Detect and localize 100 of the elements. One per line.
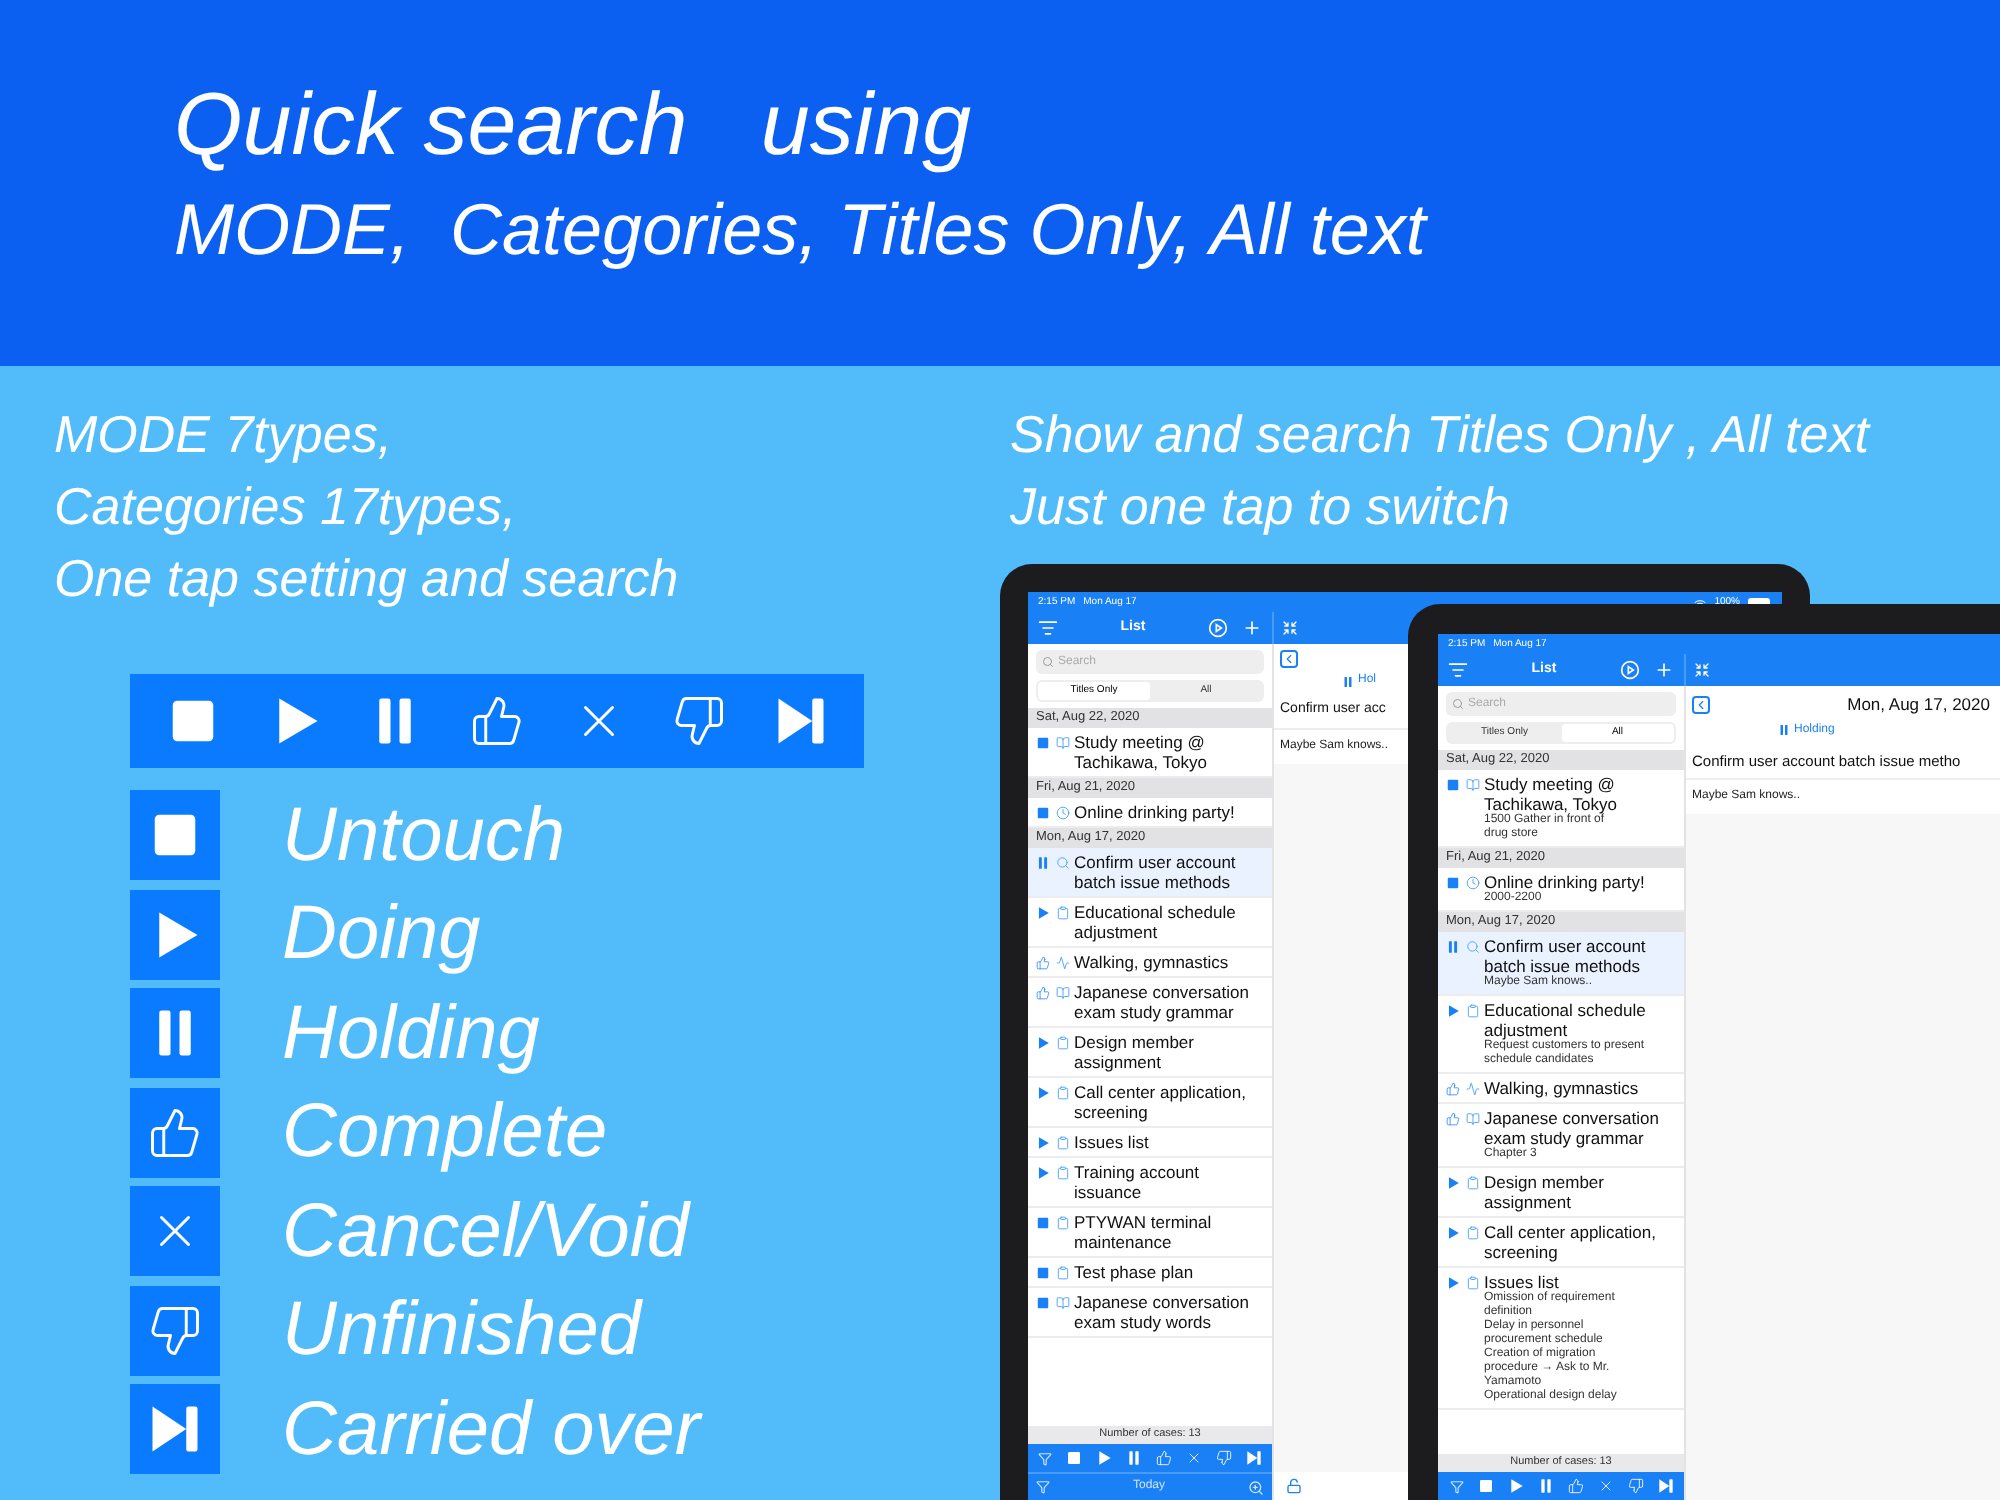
book-icon [1055, 1295, 1069, 1309]
list-row[interactable]: Confirm user account batch issue methods [1028, 848, 1272, 898]
pulse-icon [1465, 1081, 1479, 1095]
square-icon [1445, 777, 1459, 791]
row-title: Design member assignment [1484, 1172, 1606, 1212]
row-title: Online drinking party! [1484, 872, 1645, 892]
play-icon [1035, 905, 1049, 919]
thumbs-up-icon [148, 1105, 202, 1160]
skip-forward-icon[interactable] [774, 694, 829, 748]
play-icon [1035, 1165, 1049, 1179]
pause-icon[interactable] [1537, 1478, 1553, 1494]
collapse-icon[interactable] [1282, 620, 1298, 636]
mode-label: Unfinished [282, 1286, 642, 1375]
caption-line: One tap setting and search [54, 546, 681, 612]
close-icon[interactable] [1597, 1478, 1613, 1494]
filter-icon[interactable] [1036, 1480, 1050, 1494]
skip-forward-icon [148, 1402, 202, 1457]
clock-icon [1465, 875, 1479, 889]
headline: Quick search using [174, 73, 974, 177]
book-icon [1055, 735, 1069, 749]
caption-line: MODE 7types, [54, 402, 395, 468]
play-icon [1445, 1175, 1459, 1189]
unlock-icon[interactable] [1286, 1478, 1302, 1494]
skip-forward-icon[interactable] [1657, 1478, 1673, 1494]
clipboard-icon [1055, 1265, 1069, 1279]
pause-icon [1778, 724, 1790, 737]
skip-forward-icon[interactable] [1245, 1450, 1262, 1466]
zoom-in-icon[interactable] [1248, 1479, 1264, 1495]
clipboard-icon [1055, 905, 1069, 919]
square-icon[interactable] [1477, 1478, 1493, 1494]
square-icon[interactable] [1066, 1450, 1083, 1466]
thumbs-up-icon [1035, 955, 1049, 969]
row-title: Design member assignment [1074, 1032, 1196, 1072]
clipboard-icon [1055, 1165, 1069, 1179]
thumbs-up-icon[interactable] [469, 694, 524, 748]
book-icon [1465, 777, 1479, 791]
row-title: Educational schedule adjustment [1074, 902, 1238, 942]
square-icon [1035, 1295, 1049, 1309]
search-icon [1055, 855, 1069, 869]
square-icon [1035, 1265, 1049, 1279]
menu-icon[interactable] [1038, 618, 1058, 638]
square-icon [1035, 735, 1049, 749]
thumbs-down-icon[interactable] [672, 694, 727, 748]
play-circle-icon[interactable] [1620, 660, 1640, 680]
play-icon [1035, 1035, 1049, 1049]
square-icon [1445, 875, 1459, 889]
pause-icon[interactable] [1126, 1450, 1143, 1466]
add-icon[interactable] [1654, 660, 1674, 680]
play-icon[interactable] [1507, 1478, 1523, 1494]
collapse-icon[interactable] [1694, 662, 1710, 678]
clipboard-icon [1465, 1275, 1479, 1289]
caption-line: Show and search Titles Only , All text [1010, 402, 1873, 468]
detail-date: Mon, Aug 17, 2020 [1847, 692, 1990, 718]
thumbs-up-icon [1445, 1081, 1459, 1095]
menu-icon[interactable] [1448, 660, 1468, 680]
search-icon [1452, 698, 1464, 710]
wifi-icon [1694, 598, 1707, 610]
clipboard-icon [1465, 1225, 1479, 1239]
row-title: Japanese conversation exam study grammar [1074, 982, 1251, 1022]
close-icon[interactable] [1185, 1450, 1202, 1466]
row-title: Confirm user account batch issue methods [1074, 852, 1238, 892]
clipboard-icon [1055, 1085, 1069, 1099]
clipboard-icon [1055, 1035, 1069, 1049]
row-title: Training account issuance [1074, 1162, 1202, 1202]
filter-icon[interactable] [1449, 1479, 1463, 1493]
play-circle-icon[interactable] [1208, 618, 1228, 638]
row-title: Japanese conversation exam study words [1074, 1292, 1251, 1332]
search-icon [1042, 656, 1054, 668]
thumbs-up-icon[interactable] [1155, 1450, 1172, 1466]
caption-line: Categories 17types, [54, 474, 519, 540]
filter-icon[interactable] [1038, 1451, 1053, 1465]
pulse-icon [1055, 955, 1069, 969]
pause-icon [1342, 675, 1354, 687]
thumbs-up-icon[interactable] [1567, 1478, 1583, 1494]
back-button[interactable] [1280, 650, 1298, 668]
thumbs-down-icon[interactable] [1215, 1450, 1232, 1466]
clipboard-icon [1055, 1215, 1069, 1229]
book-icon [1055, 985, 1069, 999]
row-title: Educational schedule adjustment [1484, 1000, 1648, 1040]
clock-icon [1055, 805, 1069, 819]
thumbs-down-icon[interactable] [1627, 1478, 1643, 1494]
row-title: Study meeting @ Tachikawa, Tokyo [1074, 732, 1209, 772]
play-icon [1035, 1085, 1049, 1099]
row-title: Confirm user account batch issue methods [1484, 936, 1648, 976]
play-icon[interactable] [1096, 1450, 1113, 1466]
row-title: Walking, gymnastics [1074, 952, 1229, 972]
pause-icon [1445, 939, 1459, 953]
mode-label: Cancel/Void [282, 1187, 689, 1276]
thumbs-up-icon [1445, 1111, 1459, 1125]
back-button[interactable] [1692, 695, 1710, 714]
row-title: Walking, gymnastics [1484, 1078, 1639, 1098]
play-icon [1445, 1275, 1459, 1289]
search-icon [1465, 939, 1479, 953]
clipboard-icon [1465, 1003, 1479, 1017]
row-title: Online drinking party! [1074, 802, 1235, 822]
play-icon [1035, 1135, 1049, 1149]
pause-icon [1035, 855, 1049, 869]
mode-label: Carried over [282, 1385, 701, 1474]
add-icon[interactable] [1242, 618, 1262, 638]
chevron-left-icon [1282, 652, 1296, 666]
